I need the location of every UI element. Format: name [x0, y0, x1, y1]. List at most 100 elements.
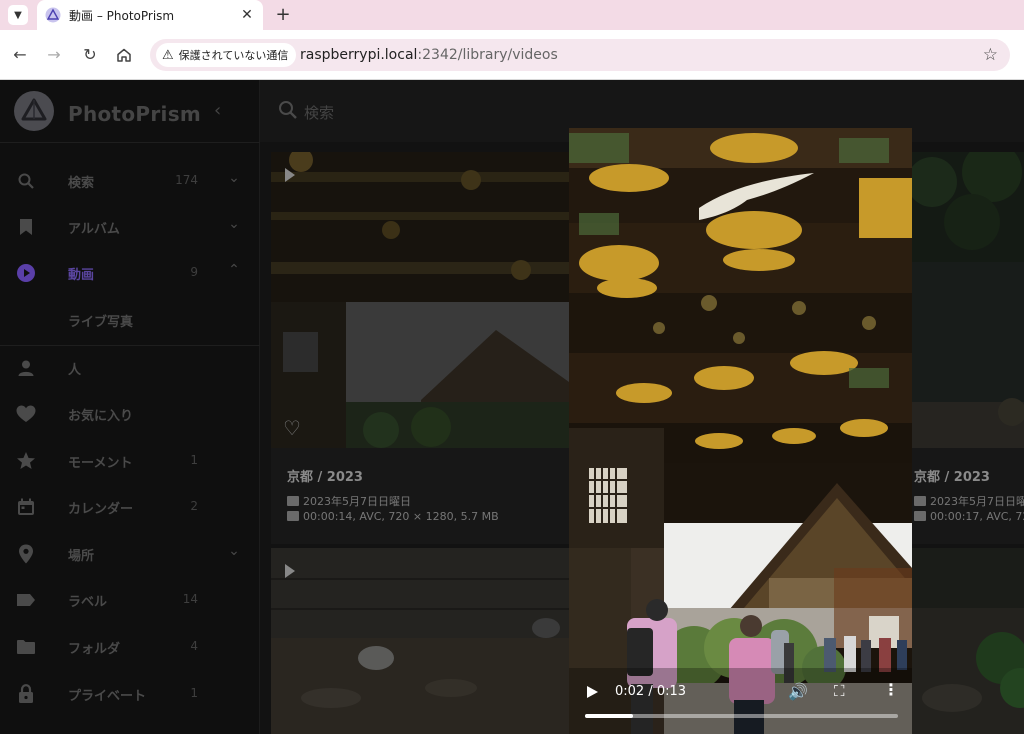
brand-name: PhotoPrism	[68, 102, 202, 126]
sidebar-item-label: 検索	[68, 176, 95, 191]
sidebar-item-label: プライベート	[68, 689, 147, 704]
browser-toolbar: ← → ↻ ⚠ 保護されていない通信 raspberrypi.local:234…	[0, 30, 1024, 80]
home-icon	[117, 48, 131, 62]
url-path: :2342/library/videos	[417, 47, 558, 63]
sidebar-item-albums[interactable]: アルバム ⌄	[0, 207, 260, 247]
video-player[interactable]: 0:02 / 0:13 🔊 ⛶ ⋮	[569, 128, 912, 734]
sidebar-item-count: 4	[190, 639, 198, 653]
sidebar-item-label: フォルダ	[68, 642, 121, 657]
sidebar-item-places[interactable]: 場所 ⌄	[0, 534, 260, 574]
security-label: 保護されていない通信	[178, 49, 289, 62]
url-host: raspberrypi.local	[300, 47, 418, 63]
search-icon[interactable]	[278, 100, 298, 124]
warning-icon: ⚠	[162, 47, 174, 63]
chevron-down-icon[interactable]: ⌄	[224, 543, 244, 563]
calendar-icon	[287, 496, 299, 506]
video-progress-fill	[585, 714, 634, 718]
card-date: 2023年5月7日日曜日	[914, 493, 1024, 509]
sidebar-item-label: 動画	[68, 268, 95, 283]
sidebar-item-label: ラベル	[68, 595, 108, 610]
video-card[interactable]: ♡ 京都 / 2023 2023年5月7日日曜日 00:00:14, AVC, …	[271, 152, 569, 544]
sidebar-item-count: 9	[190, 265, 198, 279]
divider	[0, 142, 260, 143]
video-card[interactable]	[271, 548, 569, 734]
photoprism-favicon-icon	[45, 7, 61, 23]
card-info-text: 00:00:17, AVC, 720 × 1280	[930, 510, 1024, 523]
new-tab-button[interactable]: +	[273, 5, 293, 25]
calendar-icon	[16, 497, 36, 517]
home-button[interactable]	[114, 45, 134, 65]
heart-icon	[16, 404, 36, 424]
fullscreen-icon[interactable]: ⛶	[834, 682, 845, 700]
folder-icon	[16, 637, 36, 657]
address-bar[interactable]: ⚠ 保護されていない通信 raspberrypi.local:2342/libr…	[150, 39, 1010, 71]
video-progress-bar[interactable]	[585, 714, 898, 718]
forward-arrow-icon[interactable]: →	[44, 45, 64, 65]
search-icon	[16, 171, 36, 191]
sidebar-item-count: 174	[175, 173, 198, 187]
sidebar-item-folders[interactable]: フォルダ 4	[0, 627, 260, 667]
star-icon	[16, 451, 36, 471]
brand-header: PhotoPrism ‹	[0, 80, 260, 142]
close-icon[interactable]: ✕	[237, 7, 257, 23]
bookmark-star-icon[interactable]: ☆	[983, 45, 998, 65]
video-card[interactable]: 京都 / 2023 2023年5月7日日曜日 00:00:17, AVC, 72…	[912, 152, 1024, 544]
lock-icon	[16, 684, 36, 704]
search-input[interactable]: 検索	[304, 102, 334, 123]
sidebar-item-favorites[interactable]: お気に入り	[0, 394, 260, 434]
video-controls: 0:02 / 0:13 🔊 ⛶ ⋮	[569, 674, 912, 734]
video-badge-icon	[285, 168, 295, 182]
sidebar-item-people[interactable]: 人	[0, 348, 260, 388]
sidebar-item-live-photos[interactable]: ライブ写真	[0, 300, 260, 340]
label-icon	[16, 590, 36, 610]
video-thumbnail[interactable]	[271, 548, 569, 734]
card-title[interactable]: 京都 / 2023	[287, 466, 363, 485]
chevron-left-icon[interactable]: ‹	[214, 100, 221, 121]
chevron-up-icon[interactable]: ⌃	[224, 262, 244, 282]
sidebar-item-private[interactable]: プライベート 1	[0, 674, 260, 714]
card-title[interactable]: 京都 / 2023	[914, 466, 990, 485]
favorite-heart-icon[interactable]: ♡	[283, 416, 301, 440]
film-icon	[287, 511, 299, 521]
sidebar-item-count: 2	[190, 499, 198, 513]
play-icon[interactable]	[587, 686, 598, 698]
url-text[interactable]: raspberrypi.local:2342/library/videos	[300, 47, 558, 63]
video-thumbnail[interactable]	[271, 152, 569, 448]
sidebar-item-videos[interactable]: 動画 9 ⌃	[0, 253, 260, 293]
sidebar-item-label: 場所	[68, 549, 95, 564]
chevron-down-icon: ▼	[14, 9, 22, 21]
sidebar-item-calendar[interactable]: カレンダー 2	[0, 487, 260, 527]
sidebar-item-count: 14	[182, 592, 198, 606]
photoprism-logo-icon[interactable]	[14, 91, 54, 131]
reload-icon[interactable]: ↻	[80, 45, 100, 65]
tab-title: 動画 – PhotoPrism	[69, 8, 175, 23]
card-info: 00:00:14, AVC, 720 × 1280, 5.7 MB	[287, 510, 499, 523]
volume-icon[interactable]: 🔊	[788, 682, 808, 701]
bookmark-icon	[16, 217, 36, 237]
sidebar: PhotoPrism ‹ 検索 174 ⌄ アルバム ⌄ 動画 9 ⌃ ライブ写…	[0, 80, 260, 734]
video-frame[interactable]	[569, 128, 912, 734]
chevron-down-icon[interactable]: ⌄	[224, 170, 244, 190]
more-vertical-icon[interactable]: ⋮	[883, 680, 899, 699]
film-icon	[914, 511, 926, 521]
video-thumbnail[interactable]	[912, 548, 1024, 734]
security-chip[interactable]: ⚠ 保護されていない通信	[156, 43, 297, 67]
video-card[interactable]	[912, 548, 1024, 734]
card-date-text: 2023年5月7日日曜日	[930, 495, 1024, 508]
calendar-icon	[914, 496, 926, 506]
sidebar-item-moments[interactable]: モーメント 1	[0, 441, 260, 481]
sidebar-item-labels[interactable]: ラベル 14	[0, 580, 260, 620]
place-icon	[16, 544, 36, 564]
sidebar-item-label: カレンダー	[68, 502, 134, 517]
tab-search-button[interactable]: ▼	[8, 5, 28, 25]
browser-tab-active[interactable]: 動画 – PhotoPrism ✕	[37, 0, 263, 30]
chevron-down-icon[interactable]: ⌄	[224, 216, 244, 236]
card-date: 2023年5月7日日曜日	[287, 493, 411, 509]
divider	[0, 345, 260, 346]
video-thumbnail[interactable]	[912, 152, 1024, 448]
video-time: 0:02 / 0:13	[615, 684, 687, 699]
back-arrow-icon[interactable]: ←	[10, 45, 30, 65]
sidebar-item-search[interactable]: 検索 174 ⌄	[0, 161, 260, 201]
card-date-text: 2023年5月7日日曜日	[303, 495, 411, 508]
person-icon	[16, 358, 36, 378]
